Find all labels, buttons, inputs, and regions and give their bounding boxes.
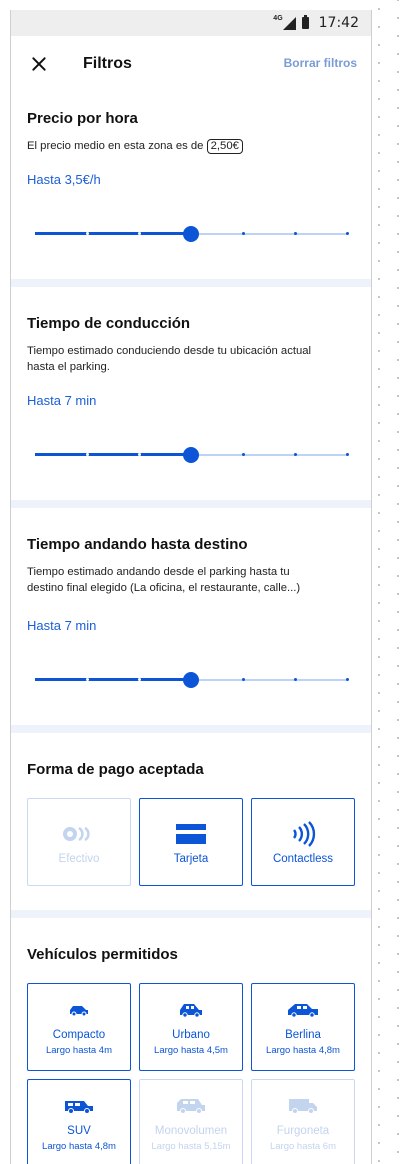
- urban-car-icon: [179, 999, 203, 1021]
- price-desc-text: El precio medio en esta zona es de: [27, 140, 204, 152]
- vehicle-label: Compacto: [52, 1028, 106, 1041]
- vehicle-label: Berlina: [285, 1028, 321, 1041]
- page-title: Filtros: [83, 55, 132, 72]
- payment-option-tarjeta[interactable]: Tarjeta: [139, 798, 243, 886]
- phone-screen: 4G 17:42 Filtros Borrar filtros Precio p…: [10, 10, 372, 1164]
- slider-tick: [137, 453, 141, 456]
- slider-thumb[interactable]: [183, 447, 199, 463]
- vehicle-label: Urbano: [172, 1028, 210, 1041]
- slider-fill: [35, 453, 191, 456]
- slider-tick: [137, 678, 141, 681]
- walking-slider[interactable]: [27, 672, 355, 688]
- walking-section: Tiempo andando hasta destino Tiempo esti…: [11, 508, 371, 688]
- price-slider[interactable]: [27, 226, 355, 242]
- driving-description: Tiempo estimado conduciendo desde tu ubi…: [27, 345, 312, 373]
- slider-tick: [85, 678, 89, 681]
- dotted-guide: [397, 0, 399, 1164]
- price-section: Precio por hora El precio medio en esta …: [11, 92, 371, 242]
- slider-tick: [293, 232, 297, 235]
- battery-icon: [301, 15, 309, 29]
- slider-fill: [35, 678, 191, 681]
- vehicle-length: Largo hasta 5,15m: [151, 1140, 231, 1152]
- payment-option-efectivo[interactable]: Efectivo: [27, 798, 131, 886]
- sedan-car-icon: [287, 999, 319, 1021]
- signal-icon: [282, 16, 296, 30]
- payment-option-contactless[interactable]: Contactless: [251, 798, 355, 886]
- section-divider: [11, 910, 371, 918]
- vehicle-option-suv[interactable]: SUV Largo hasta 4,8m: [27, 1079, 131, 1164]
- section-divider: [11, 500, 371, 508]
- van-icon: [288, 1095, 318, 1117]
- network-type: 4G: [273, 14, 283, 22]
- payment-label: Tarjeta: [173, 853, 209, 865]
- vehicle-label: Monovolumen: [154, 1124, 228, 1137]
- credit-card-icon: [176, 819, 206, 849]
- contactless-icon: [290, 819, 316, 849]
- price-description: El precio medio en esta zona es de 2,50€: [27, 138, 355, 154]
- vehicle-length: Largo hasta 4,5m: [154, 1044, 228, 1056]
- slider-tick: [241, 678, 245, 681]
- slider-tick: [85, 232, 89, 235]
- vehicle-option-berlina[interactable]: Berlina Largo hasta 4,8m: [251, 983, 355, 1071]
- walking-title: Tiempo andando hasta destino: [27, 536, 248, 553]
- slider-tick: [293, 453, 297, 456]
- slider-tick: [241, 453, 245, 456]
- vehicle-label: Furgoneta: [276, 1124, 330, 1137]
- section-divider: [11, 279, 371, 287]
- vehicle-option-furgoneta[interactable]: Furgoneta Largo hasta 6m: [251, 1079, 355, 1164]
- slider-fill: [35, 232, 191, 235]
- vehicle-option-compacto[interactable]: Compacto Largo hasta 4m: [27, 983, 131, 1071]
- payment-title: Forma de pago aceptada: [27, 761, 204, 778]
- vehicle-option-monovolumen[interactable]: Monovolumen Largo hasta 5,15m: [139, 1079, 243, 1164]
- payment-label: Efectivo: [58, 853, 100, 865]
- suv-icon: [64, 1095, 94, 1117]
- slider-tick: [241, 232, 245, 235]
- vehicle-option-urbano[interactable]: Urbano Largo hasta 4,5m: [139, 983, 243, 1071]
- slider-thumb[interactable]: [183, 226, 199, 242]
- driving-section: Tiempo de conducción Tiempo estimado con…: [11, 287, 371, 463]
- vehicle-length: Largo hasta 6m: [269, 1140, 336, 1152]
- vehicle-label: SUV: [67, 1124, 91, 1137]
- status-time: 17:42: [318, 15, 359, 31]
- close-icon[interactable]: [27, 52, 51, 76]
- driving-value-label: Hasta 7 min: [27, 393, 97, 408]
- dotted-guide: [378, 0, 380, 1164]
- driving-title: Tiempo de conducción: [27, 315, 191, 332]
- average-price-badge: 2,50€: [206, 139, 243, 154]
- payment-label: Contactless: [272, 853, 334, 865]
- walking-value-label: Hasta 7 min: [27, 618, 97, 633]
- vehicle-length: Largo hasta 4,8m: [42, 1140, 116, 1152]
- minivan-icon: [176, 1095, 206, 1117]
- slider-thumb[interactable]: [183, 672, 199, 688]
- price-title: Precio por hora: [27, 110, 138, 127]
- clear-filters-button[interactable]: Borrar filtros: [284, 56, 357, 70]
- header: Filtros Borrar filtros: [11, 36, 371, 92]
- vehicle-length: Largo hasta 4m: [45, 1044, 112, 1056]
- driving-slider[interactable]: [27, 447, 355, 463]
- status-bar: 4G 17:42: [11, 10, 371, 36]
- walking-description: Tiempo estimado andando desde el parking…: [27, 566, 301, 594]
- vehicle-length: Largo hasta 4,8m: [266, 1044, 340, 1056]
- slider-tick: [137, 232, 141, 235]
- payment-options: Efectivo Tarjeta Contactless: [27, 798, 355, 886]
- slider-tick: [293, 678, 297, 681]
- section-divider: [11, 725, 371, 733]
- payment-section: Forma de pago aceptada Efectivo Tarjeta …: [11, 733, 371, 910]
- slider-tick: [345, 232, 349, 235]
- vehicle-options-row1: Compacto Largo hasta 4m Urbano Largo has…: [27, 983, 355, 1071]
- compact-car-icon: [69, 999, 89, 1021]
- slider-tick: [345, 678, 349, 681]
- slider-tick: [345, 453, 349, 456]
- vehicles-section: Vehículos permitidos Compacto Largo hast…: [11, 918, 371, 1164]
- slider-tick: [85, 453, 89, 456]
- price-value-label: Hasta 3,5€/h: [27, 172, 101, 187]
- coins-icon: [62, 819, 96, 849]
- vehicle-options-row2: SUV Largo hasta 4,8m Monovolumen Largo h…: [27, 1079, 355, 1164]
- vehicles-title: Vehículos permitidos: [27, 946, 178, 963]
